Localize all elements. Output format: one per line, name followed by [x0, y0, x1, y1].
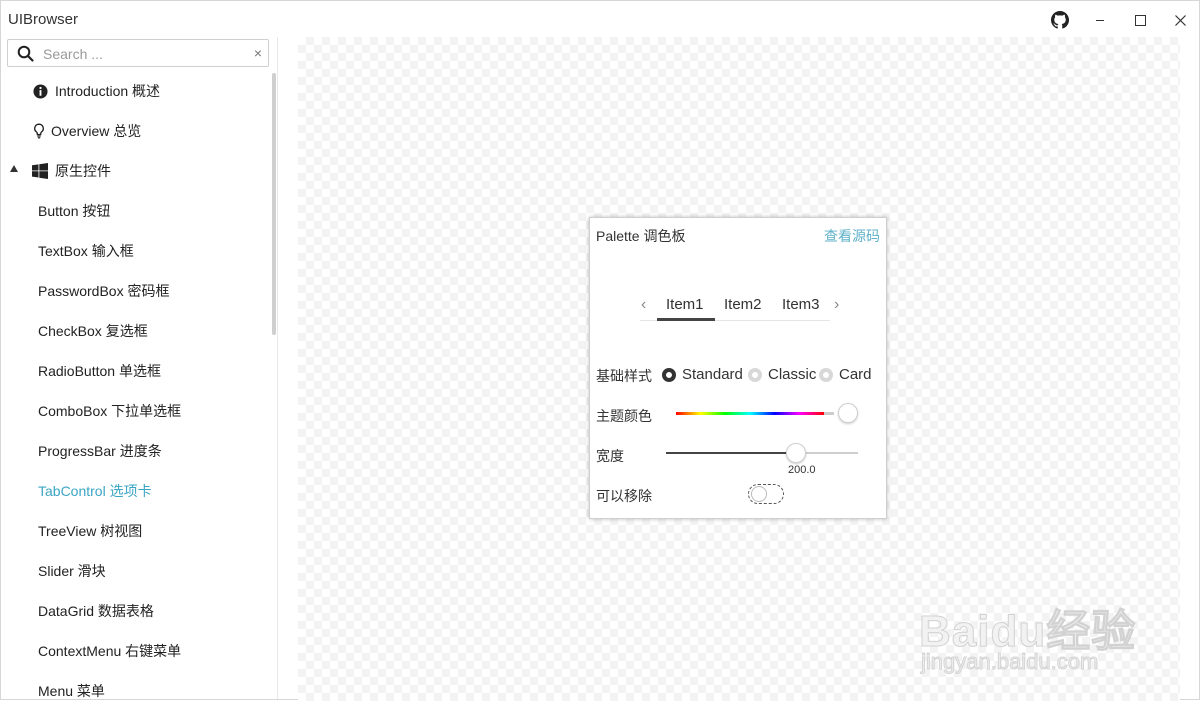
nav-item-label: Slider 滑块 — [38, 563, 106, 579]
nav-item-label: ComboBox 下拉单选框 — [38, 403, 182, 419]
nav-item-textbox[interactable]: TextBox 输入框 — [1, 231, 271, 271]
tab-item2[interactable]: Item2 — [724, 296, 762, 313]
width-slider-fill[interactable] — [666, 452, 794, 454]
close-button[interactable] — [1165, 7, 1195, 33]
palette-card: Palette 调色板 查看源码 ‹ Item1 Item2 Item3 › 基… — [589, 217, 887, 519]
nav-item-label: TabControl 选项卡 — [38, 483, 152, 499]
radio-checked-icon — [662, 367, 676, 382]
radio-unchecked-icon — [748, 367, 762, 382]
nav-item-label: ContextMenu 右键菜单 — [38, 643, 182, 659]
nav-item-contextmenu[interactable]: ContextMenu 右键菜单 — [1, 631, 271, 671]
removable-toggle[interactable] — [748, 484, 784, 504]
hue-slider-thumb[interactable] — [838, 403, 858, 423]
expand-triangle-icon[interactable] — [10, 165, 18, 172]
nav-item-label: Button 按钮 — [38, 203, 111, 219]
title-bar: UIBrowser — [1, 1, 1199, 37]
radio-classic[interactable]: Classic — [748, 366, 816, 383]
github-icon — [1051, 11, 1069, 29]
radio-unchecked-icon — [819, 367, 833, 382]
search-box[interactable]: × — [7, 39, 269, 67]
toggle-knob — [751, 486, 767, 502]
tab-control: ‹ Item1 Item2 Item3 › — [640, 294, 839, 321]
close-icon — [1174, 14, 1186, 26]
nav-item-label: RadioButton 单选框 — [38, 363, 161, 379]
width-value: 200.0 — [788, 464, 816, 476]
nav-item-tabcontrol[interactable]: TabControl 选项卡 — [1, 471, 271, 511]
nav-item-button[interactable]: Button 按钮 — [1, 191, 271, 231]
info-icon — [32, 83, 48, 99]
width-slider-thumb[interactable] — [786, 443, 806, 463]
nav-item-introduction[interactable]: Introduction 概述 — [1, 71, 271, 111]
windows-icon — [32, 163, 48, 179]
removable-label: 可以移除 — [596, 488, 652, 504]
search-icon — [17, 45, 34, 67]
minimize-button[interactable] — [1085, 7, 1115, 33]
nav-item-treeview[interactable]: TreeView 树视图 — [1, 511, 271, 551]
minimize-icon — [1095, 15, 1105, 25]
radio-label: Standard — [682, 366, 743, 383]
radio-card[interactable]: Card — [819, 366, 872, 383]
radio-label: Card — [839, 366, 872, 383]
tab-item3[interactable]: Item3 — [782, 296, 820, 313]
tab-prev-icon[interactable]: ‹ — [641, 296, 646, 314]
view-source-link[interactable]: 查看源码 — [824, 226, 880, 246]
nav-item-datagrid[interactable]: DataGrid 数据表格 — [1, 591, 271, 631]
nav-group-label: 原生控件 — [55, 163, 111, 179]
nav-group-native-controls[interactable]: 原生控件 — [1, 151, 271, 191]
maximize-icon — [1134, 14, 1146, 26]
card-title: Palette 调色板 — [596, 228, 686, 244]
nav-item-label: DataGrid 数据表格 — [38, 603, 154, 619]
radio-label: Classic — [768, 366, 817, 383]
nav-item-label: Overview 总览 — [51, 123, 142, 139]
nav-item-slider[interactable]: Slider 滑块 — [1, 551, 271, 591]
nav-item-menu[interactable]: Menu 菜单 — [1, 671, 271, 711]
nav-item-overview[interactable]: Overview 总览 — [1, 111, 271, 151]
nav-item-passwordbox[interactable]: PasswordBox 密码框 — [1, 271, 271, 311]
clear-search-icon[interactable]: × — [254, 45, 262, 61]
tab-item1[interactable]: Item1 — [666, 296, 704, 313]
nav-item-combobox[interactable]: ComboBox 下拉单选框 — [1, 391, 271, 431]
hue-slider-rest — [824, 412, 834, 415]
hue-slider-track[interactable] — [676, 412, 824, 415]
style-label: 基础样式 — [596, 368, 652, 384]
nav-item-label: CheckBox 复选框 — [38, 323, 148, 339]
nav-item-radiobutton[interactable]: RadioButton 单选框 — [1, 351, 271, 391]
radio-standard[interactable]: Standard — [662, 366, 743, 383]
nav-item-checkbox[interactable]: CheckBox 复选框 — [1, 311, 271, 351]
width-label: 宽度 — [596, 448, 624, 464]
nav-item-label: PasswordBox 密码框 — [38, 283, 170, 299]
tab-next-icon[interactable]: › — [834, 296, 839, 314]
sidebar-scrollbar[interactable] — [272, 73, 276, 335]
theme-color-label: 主题颜色 — [596, 408, 652, 424]
sidebar: × Introduction 概述 Overview 总览 原生控件 Butto… — [1, 37, 278, 701]
search-input[interactable] — [41, 43, 245, 65]
nav-item-label: Introduction 概述 — [55, 83, 161, 99]
tab-selected-indicator — [657, 318, 715, 321]
nav-item-label: TreeView 树视图 — [38, 523, 143, 539]
nav-item-progressbar[interactable]: ProgressBar 进度条 — [1, 431, 271, 471]
lightbulb-icon — [31, 123, 47, 139]
nav-item-label: Menu 菜单 — [38, 683, 105, 699]
maximize-button[interactable] — [1125, 7, 1155, 33]
github-button[interactable] — [1045, 7, 1075, 33]
nav-item-label: TextBox 输入框 — [38, 243, 134, 259]
nav-item-label: ProgressBar 进度条 — [38, 443, 162, 459]
app-title: UIBrowser — [8, 11, 79, 28]
